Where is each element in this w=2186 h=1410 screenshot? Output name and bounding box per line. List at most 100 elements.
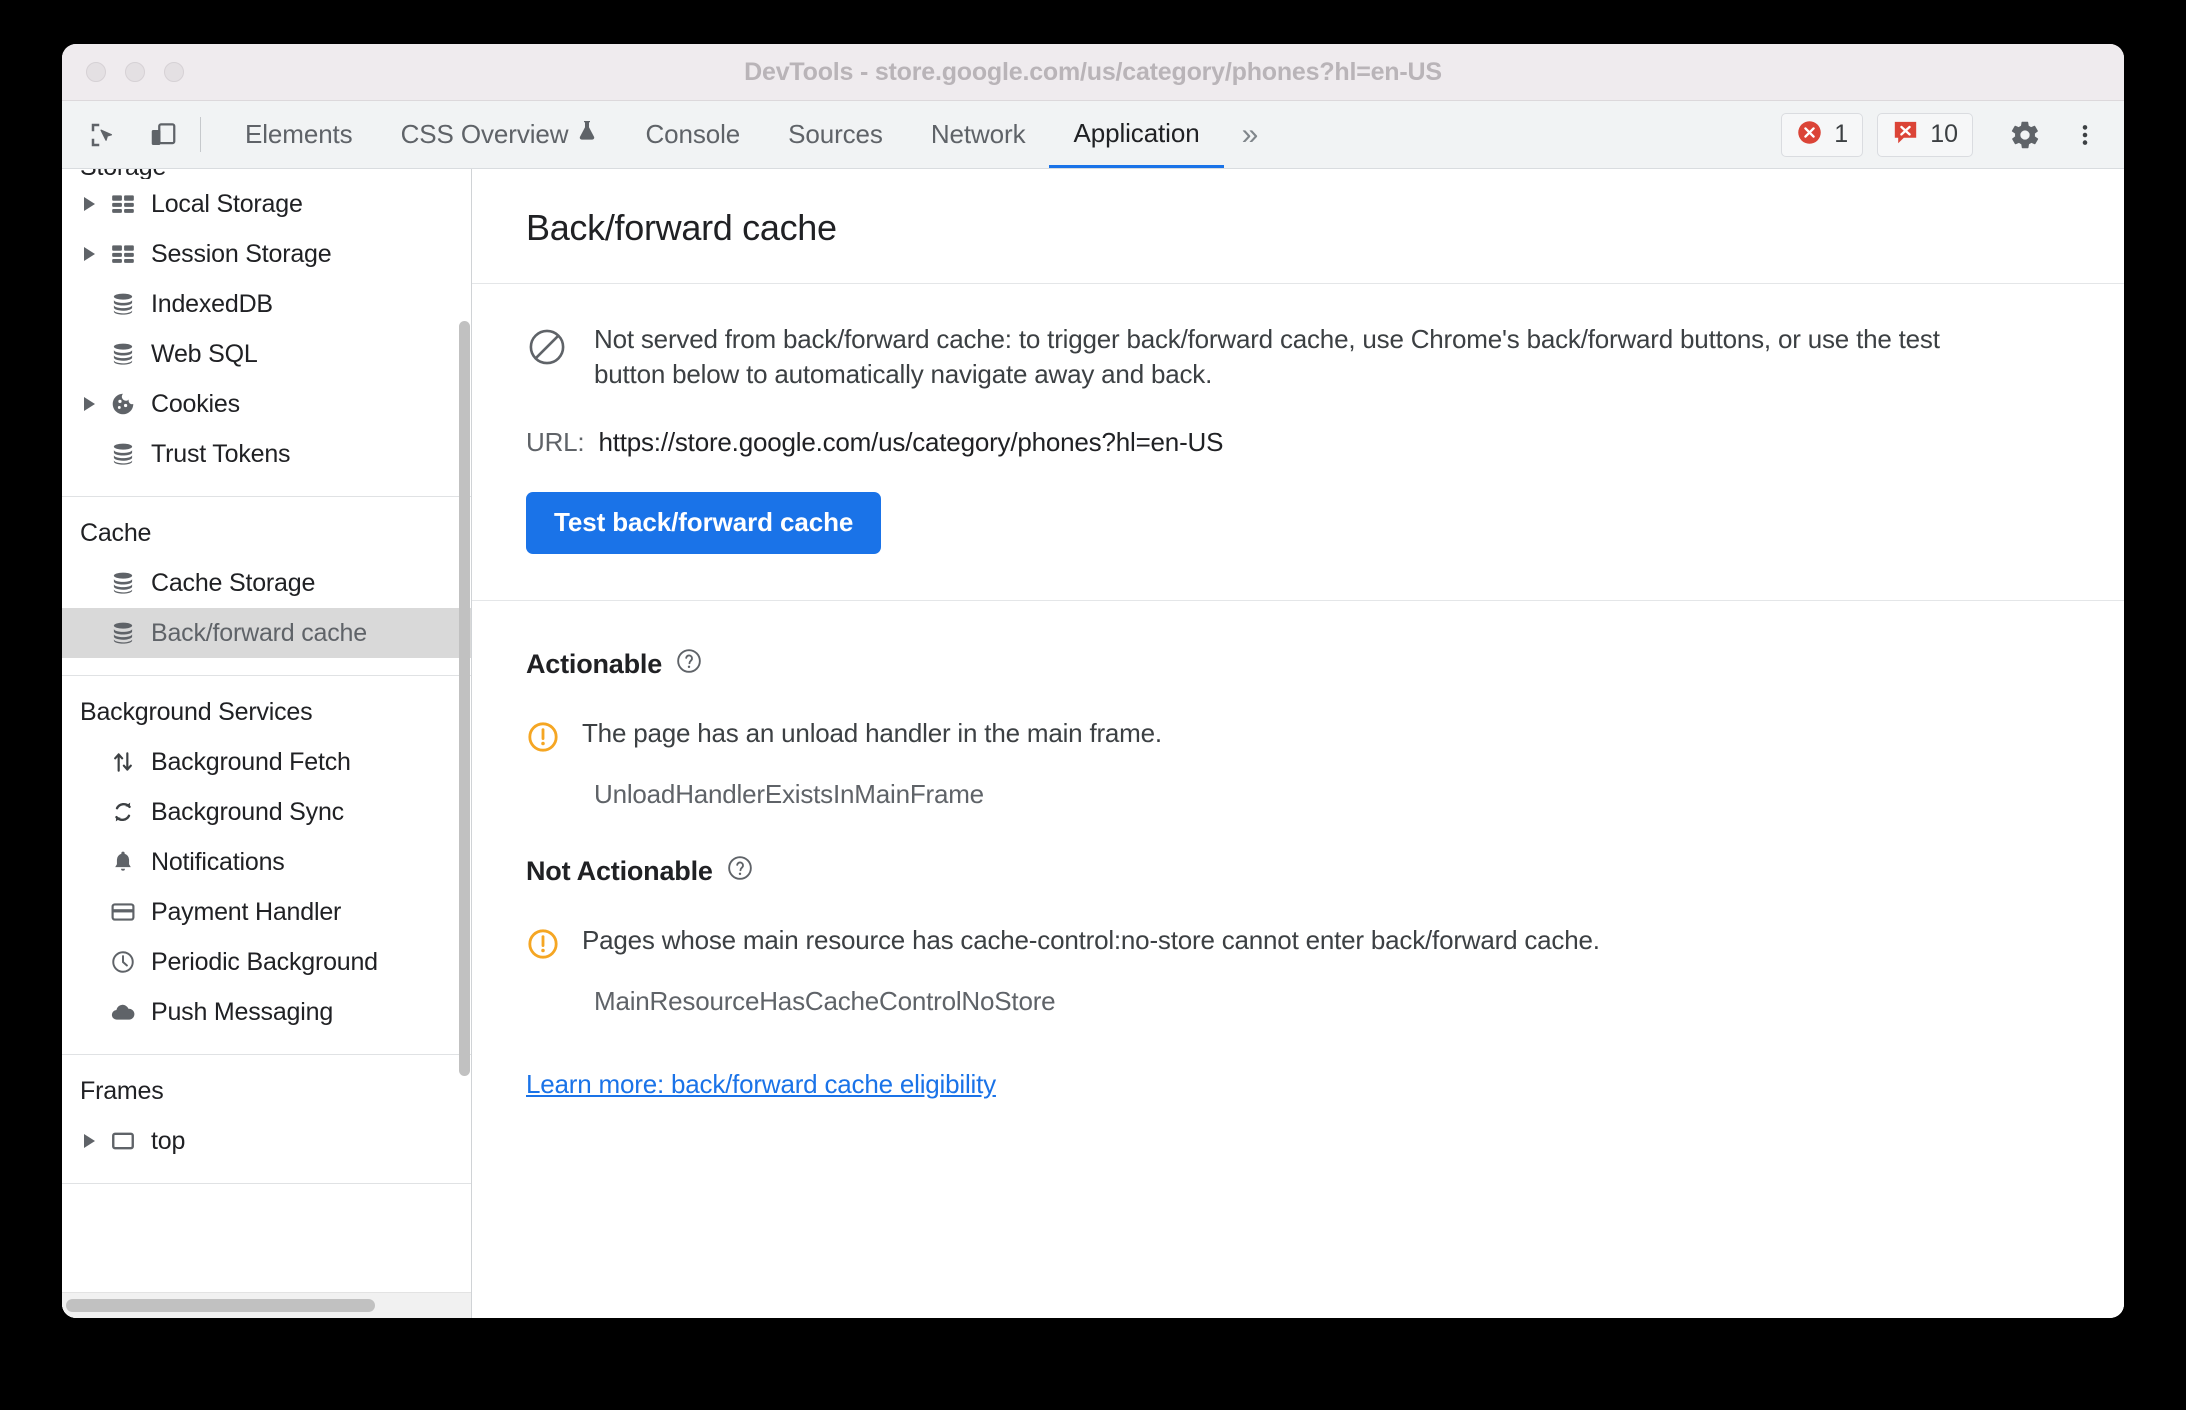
toolbar-left-icons	[80, 101, 200, 168]
tab-console[interactable]: Console	[621, 101, 764, 168]
error-circle-icon	[1796, 119, 1823, 151]
tab-sources[interactable]: Sources	[764, 101, 907, 168]
test-back-forward-cache-button[interactable]: Test back/forward cache	[526, 491, 882, 554]
issues-badge[interactable]: 10	[1877, 112, 1973, 157]
sidebar-group-title: Cache	[80, 519, 152, 547]
devtools-window: DevTools - store.google.com/us/category/…	[62, 44, 2124, 1318]
page-title: Back/forward cache	[526, 207, 837, 248]
expand-arrow-icon[interactable]	[84, 1134, 106, 1148]
sidebar-item-label: top	[151, 1126, 186, 1155]
tab-label: Network	[930, 119, 1026, 149]
sidebar-item-cache-storage[interactable]: Cache Storage	[62, 558, 471, 608]
tab-label: Application	[1073, 117, 1200, 148]
tab-application[interactable]: Application	[1049, 101, 1224, 168]
help-circle-icon[interactable]	[675, 647, 703, 682]
issue-code: UnloadHandlerExistsInMainFrame	[594, 778, 984, 809]
clock-icon	[106, 949, 140, 975]
sidebar-vertical-scrollbar[interactable]	[459, 321, 470, 1076]
sidebar-item-label: Back/forward cache	[151, 618, 367, 647]
sidebar-group-title: Storage	[62, 169, 471, 179]
table-storage-icon	[106, 241, 140, 267]
toolbar-divider	[200, 117, 201, 152]
url-row: URL: https://store.google.com/us/categor…	[526, 427, 2070, 458]
sidebar-group-cache: Cache Cache Storage Back/forward cache	[62, 497, 471, 676]
devtools-body: Storage	[62, 169, 2124, 1318]
gear-icon[interactable]	[2002, 112, 2048, 158]
toolbar-right-icons: 1 10	[1781, 101, 2114, 168]
sidebar-group-frames: Frames top	[62, 1055, 471, 1184]
learn-more-link[interactable]: Learn more: back/forward cache eligibili…	[526, 1069, 996, 1100]
sidebar-item-background-fetch[interactable]: Background Fetch	[62, 737, 471, 787]
cookie-icon	[106, 391, 140, 417]
back-forward-cache-panel: Back/forward cache Not served from back/…	[472, 169, 2124, 1318]
sidebar-item-cookies[interactable]: Cookies	[62, 379, 471, 429]
issues-count: 10	[1930, 120, 1958, 148]
credit-card-icon	[106, 899, 140, 925]
sidebar-item-web-sql[interactable]: Web SQL	[62, 329, 471, 379]
tab-label: Elements	[245, 119, 353, 149]
sidebar-item-trust-tokens[interactable]: Trust Tokens	[62, 429, 471, 479]
sidebar-item-indexeddb[interactable]: IndexedDB	[62, 279, 471, 329]
sidebar-group-title: Frames	[80, 1077, 164, 1105]
database-icon	[106, 570, 140, 596]
sidebar-item-label: Push Messaging	[151, 997, 334, 1026]
sidebar-item-label: Periodic Background	[151, 947, 378, 976]
issue-code: MainResourceHasCacheControlNoStore	[594, 985, 1056, 1016]
bell-icon	[106, 849, 140, 875]
help-circle-icon[interactable]	[726, 854, 754, 889]
database-icon	[106, 341, 140, 367]
sidebar-item-label: Local Storage	[151, 189, 303, 218]
status-message: Not served from back/forward cache: to t…	[594, 324, 1940, 390]
database-icon	[106, 441, 140, 467]
window-title: DevTools - store.google.com/us/category/…	[744, 57, 1442, 86]
tab-label: Console	[645, 119, 741, 149]
sidebar-scroll-area[interactable]: Storage	[62, 169, 471, 1292]
url-label: URL:	[526, 426, 585, 457]
expand-arrow-icon[interactable]	[84, 197, 106, 211]
database-icon	[106, 291, 140, 317]
sidebar-item-notifications[interactable]: Notifications	[62, 837, 471, 887]
sidebar-item-background-sync[interactable]: Background Sync	[62, 787, 471, 837]
sidebar-item-local-storage[interactable]: Local Storage	[62, 179, 471, 229]
sidebar-item-top[interactable]: top	[62, 1116, 471, 1166]
console-errors-count: 1	[1834, 120, 1849, 148]
expand-arrow-icon[interactable]	[84, 397, 106, 411]
tab-label: Sources	[788, 119, 883, 149]
kebab-menu-icon[interactable]	[2062, 112, 2108, 158]
window-titlebar: DevTools - store.google.com/us/category/…	[62, 44, 2124, 101]
inspect-cursor-icon[interactable]	[80, 112, 126, 158]
up-down-arrows-icon	[106, 749, 140, 775]
devtools-toolbar: Elements CSS Overview Console Sources Ne…	[62, 101, 2124, 169]
minimize-window-button[interactable]	[125, 62, 145, 82]
panel-tabs: Elements CSS Overview Console Sources Ne…	[221, 101, 1276, 168]
sidebar-item-session-storage[interactable]: Session Storage	[62, 229, 471, 279]
flask-icon	[577, 119, 597, 150]
section-heading-label: Not Actionable	[526, 855, 713, 886]
database-icon	[106, 620, 140, 646]
not-actionable-section-heading: Not Actionable	[526, 854, 2070, 889]
scrollbar-thumb[interactable]	[66, 1299, 375, 1312]
sidebar-item-back-forward-cache[interactable]: Back/forward cache	[62, 608, 471, 658]
section-heading-label: Actionable	[526, 648, 663, 679]
warning-circle-icon	[526, 925, 560, 966]
tab-elements[interactable]: Elements	[221, 101, 377, 168]
sidebar-item-push-messaging[interactable]: Push Messaging	[62, 987, 471, 1037]
console-errors-badge[interactable]: 1	[1781, 112, 1864, 157]
sidebar-item-periodic-background[interactable]: Periodic Background	[62, 937, 471, 987]
sidebar-item-payment-handler[interactable]: Payment Handler	[62, 887, 471, 937]
tab-css-overview[interactable]: CSS Overview	[377, 101, 622, 168]
expand-arrow-icon[interactable]	[84, 247, 106, 261]
report-section: Actionable The page has an unload handle…	[472, 601, 2124, 1100]
issue-row: Pages whose main resource has cache-cont…	[526, 925, 2070, 966]
more-tabs-button[interactable]: »	[1224, 101, 1277, 168]
maximize-window-button[interactable]	[164, 62, 184, 82]
device-toolbar-icon[interactable]	[140, 112, 186, 158]
tab-network[interactable]: Network	[907, 101, 1050, 168]
close-window-button[interactable]	[86, 62, 106, 82]
sidebar-horizontal-scrollbar[interactable]	[62, 1292, 471, 1318]
issue-text: Pages whose main resource has cache-cont…	[582, 924, 1600, 955]
sidebar-item-label: Payment Handler	[151, 897, 342, 926]
sidebar-item-label: Notifications	[151, 847, 285, 876]
issue-row: The page has an unload handler in the ma…	[526, 718, 2070, 759]
sidebar-item-label: Cookies	[151, 389, 240, 418]
